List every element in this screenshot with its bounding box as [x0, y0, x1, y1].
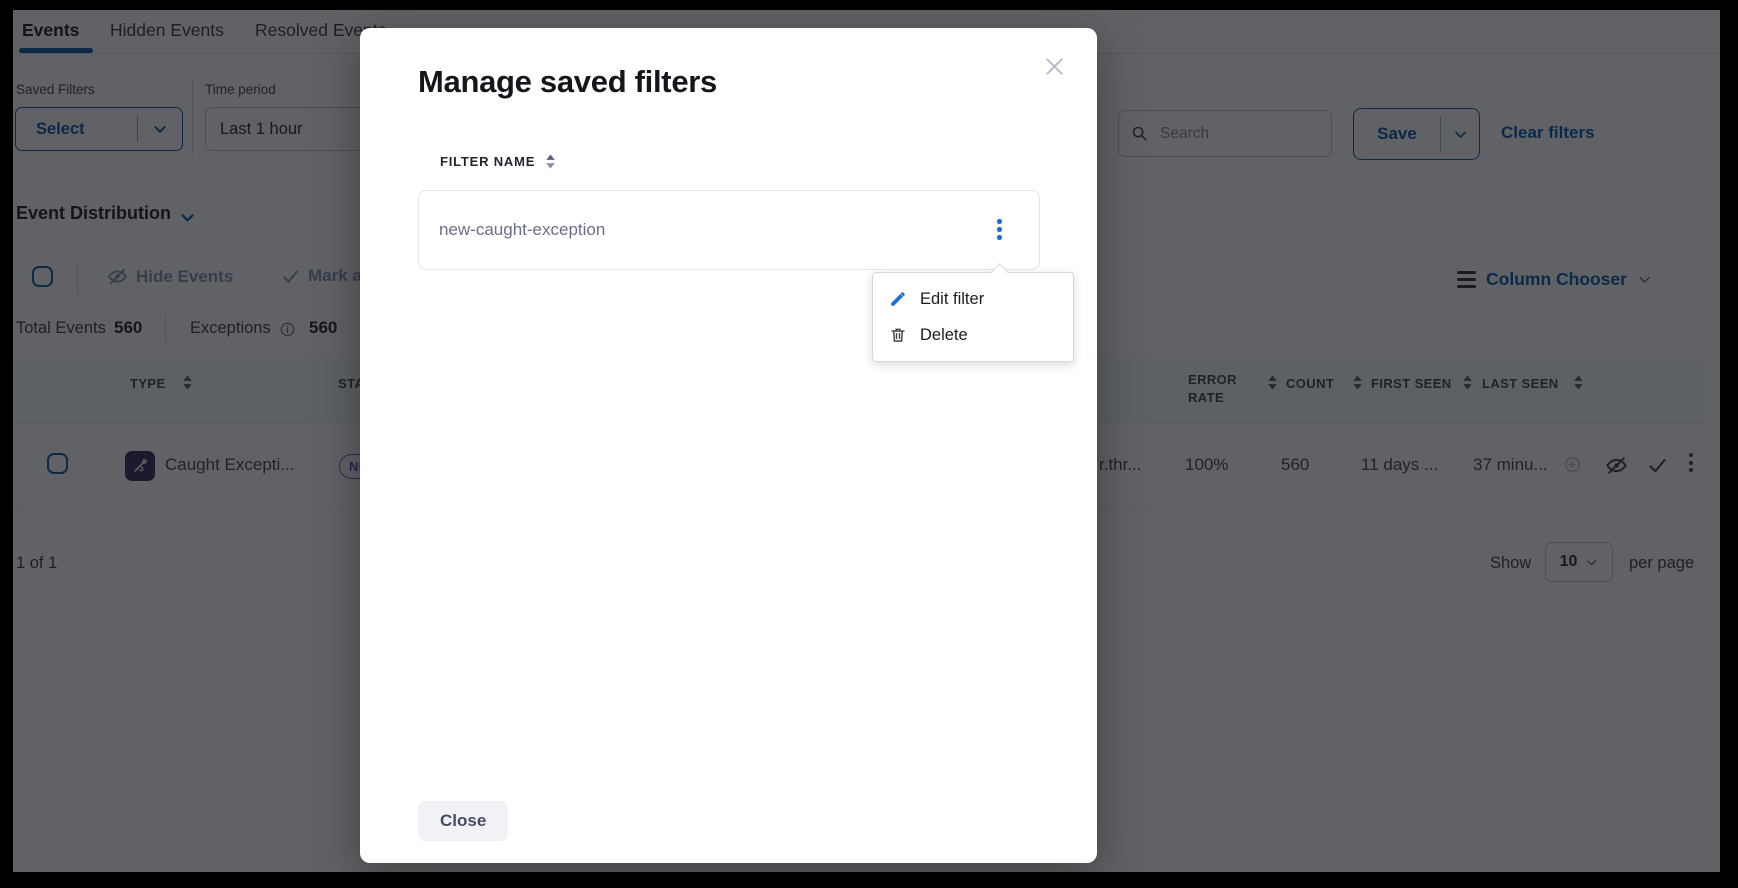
modal-close-button[interactable]: Close — [418, 801, 508, 841]
edit-filter-menu-item[interactable]: Edit filter — [873, 281, 1073, 317]
sort-icon[interactable] — [545, 154, 556, 169]
trash-icon — [889, 326, 907, 344]
events-app: Events Hidden Events Resolved Events Sav… — [13, 10, 1720, 872]
manage-saved-filters-modal: Manage saved filters FILTER NAME new-cau… — [360, 28, 1097, 863]
delete-filter-label: Delete — [920, 326, 968, 345]
filter-kebab-menu-icon[interactable] — [989, 215, 1010, 244]
saved-filter-name: new-caught-exception — [439, 220, 605, 240]
filter-name-header-label: FILTER NAME — [440, 154, 535, 169]
edit-filter-label: Edit filter — [920, 290, 984, 309]
modal-title: Manage saved filters — [418, 64, 717, 100]
saved-filter-row: new-caught-exception — [418, 190, 1040, 270]
delete-filter-menu-item[interactable]: Delete — [873, 317, 1073, 353]
filter-context-menu: Edit filter Delete — [872, 272, 1074, 362]
filter-name-column-header[interactable]: FILTER NAME — [440, 154, 556, 169]
close-icon[interactable] — [1040, 52, 1068, 80]
pencil-icon — [889, 290, 907, 308]
